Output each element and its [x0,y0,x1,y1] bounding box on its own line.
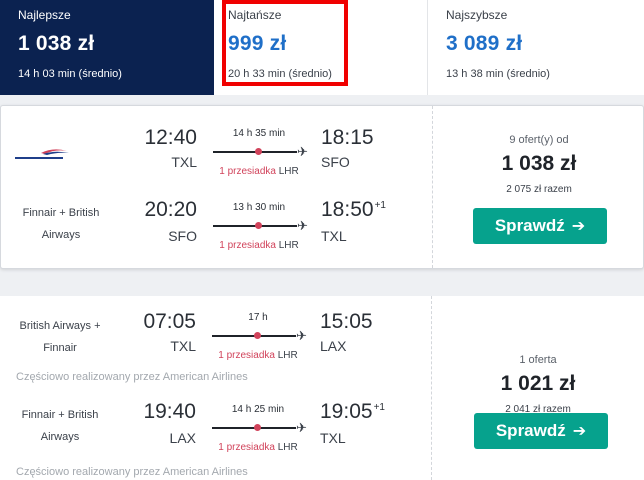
plane-icon: ✈ [297,218,308,233]
stop-count: 1 przesiadka [218,442,275,453]
stop-airport: LHR [277,350,298,361]
stop-dot-icon [254,332,261,339]
check-button[interactable]: Sprawdź ➔ [473,208,607,244]
arrival-time-value: 18:15 [321,126,374,149]
tab-fastest-duration: 13 h 38 min (średnio) [446,68,550,80]
stop-dot-icon [255,148,262,155]
british-airways-logo [15,149,69,159]
plane-icon: ✈ [297,144,308,159]
operated-by-note: Częściowo realizowany przez American Air… [16,371,248,383]
stops-info: 1 przesiadka LHR [212,350,304,361]
plane-icon: ✈ [296,420,307,435]
flight-leg-outbound: British Airways + Finnair 07:05 TXL 17 h… [0,302,430,362]
arrival-time: 15:05 [320,310,374,334]
departure-airport: TXL [171,154,197,170]
arrival-time: 18:50+1 [321,198,386,222]
arrival-time: 19:05+1 [320,400,385,424]
tab-fastest-price: 3 089 zł [446,32,523,55]
offers-count: 9 ofert(y) od [509,134,569,146]
stop-airport: LHR [278,240,299,251]
tab-best-price: 1 038 zł [18,32,95,55]
tab-cheapest-price: 999 zł [228,32,287,55]
offers-count: 1 oferta [519,354,557,366]
day-offset: +1 [373,402,385,413]
stop-count: 1 przesiadka [219,240,276,251]
price: 1 038 zł [501,152,577,175]
stops-info: 1 przesiadka LHR [213,240,305,251]
flight-duration: 17 h [248,312,268,323]
flight-duration: 14 h 25 min [231,404,285,415]
check-button-label: Sprawdź [495,421,566,440]
departure-airport: LAX [169,430,196,446]
arrival-airport: TXL [321,228,347,244]
day-offset: +1 [374,200,386,211]
departure-time: 20:20 [144,198,197,221]
arrow-right-icon: ➔ [572,423,587,440]
airline-name: Finnair + British Airways [21,409,99,443]
price: 1 021 zł [500,372,576,395]
flight-duration: 13 h 30 min [232,202,286,213]
arrival-time: 18:15 [321,126,375,150]
stop-dot-icon [254,424,261,431]
departure-time: 19:40 [143,400,196,423]
operated-by-note: Częściowo realizowany przez American Air… [16,466,248,478]
airline-name: British Airways + Finnair [19,320,101,354]
departure-airport: SFO [168,228,197,244]
tab-best-label: Najlepsze [18,8,71,22]
tab-fastest[interactable]: Najszybsze 3 089 zł 13 h 38 min (średnio… [428,0,644,95]
price-panel: 1 oferta 1 021 zł 2 041 zł razem [432,354,644,415]
tab-cheapest[interactable]: Najtańsze 999 zł 20 h 33 min (średnio) [214,0,428,95]
check-button-label: Sprawdź [494,216,565,235]
result-card[interactable]: 12:40 TXL 14 h 35 min ✈ 1 przesiadka LHR… [0,105,644,269]
stops-info: 1 przesiadka LHR [212,442,304,453]
arrival-time-value: 19:05 [320,400,373,423]
result-card[interactable]: British Airways + Finnair 07:05 TXL 17 h… [0,296,644,480]
tab-cheapest-label: Najtańsze [228,8,282,22]
flight-leg-return: Finnair + British Airways 19:40 LAX 14 h… [0,396,430,456]
arrival-airport: TXL [320,430,346,446]
price-panel: 9 ofert(y) od 1 038 zł 2 075 zł razem [433,134,644,195]
arrival-time-value: 15:05 [320,310,373,333]
stop-dot-icon [255,222,262,229]
stop-count: 1 przesiadka [219,166,276,177]
flight-leg-return: Finnair + British Airways 20:20 SFO 13 h… [1,194,431,254]
plane-icon: ✈ [296,328,307,343]
stops-info: 1 przesiadka LHR [213,166,305,177]
arrow-right-icon: ➔ [571,218,586,235]
arrival-time-value: 18:50 [321,198,374,221]
flight-duration: 14 h 35 min [232,128,286,139]
departure-time: 07:05 [143,310,196,333]
tab-best-duration: 14 h 03 min (średnio) [18,68,122,80]
arrival-airport: SFO [321,154,350,170]
stop-airport: LHR [277,442,298,453]
total-price: 2 075 zł razem [506,184,572,195]
tab-cheapest-duration: 20 h 33 min (średnio) [228,68,332,80]
arrival-airport: LAX [320,338,347,354]
departure-time: 12:40 [144,126,197,149]
check-button[interactable]: Sprawdź ➔ [474,413,608,449]
flight-leg-outbound: 12:40 TXL 14 h 35 min ✈ 1 przesiadka LHR… [1,120,431,180]
sort-tabs: Najlepsze 1 038 zł 14 h 03 min (średnio)… [0,0,644,95]
tab-fastest-label: Najszybsze [446,8,508,22]
tab-best[interactable]: Najlepsze 1 038 zł 14 h 03 min (średnio) [0,0,214,95]
stop-airport: LHR [278,166,299,177]
departure-airport: TXL [170,338,196,354]
stop-count: 1 przesiadka [218,350,275,361]
airline-name: Finnair + British Airways [22,207,100,241]
